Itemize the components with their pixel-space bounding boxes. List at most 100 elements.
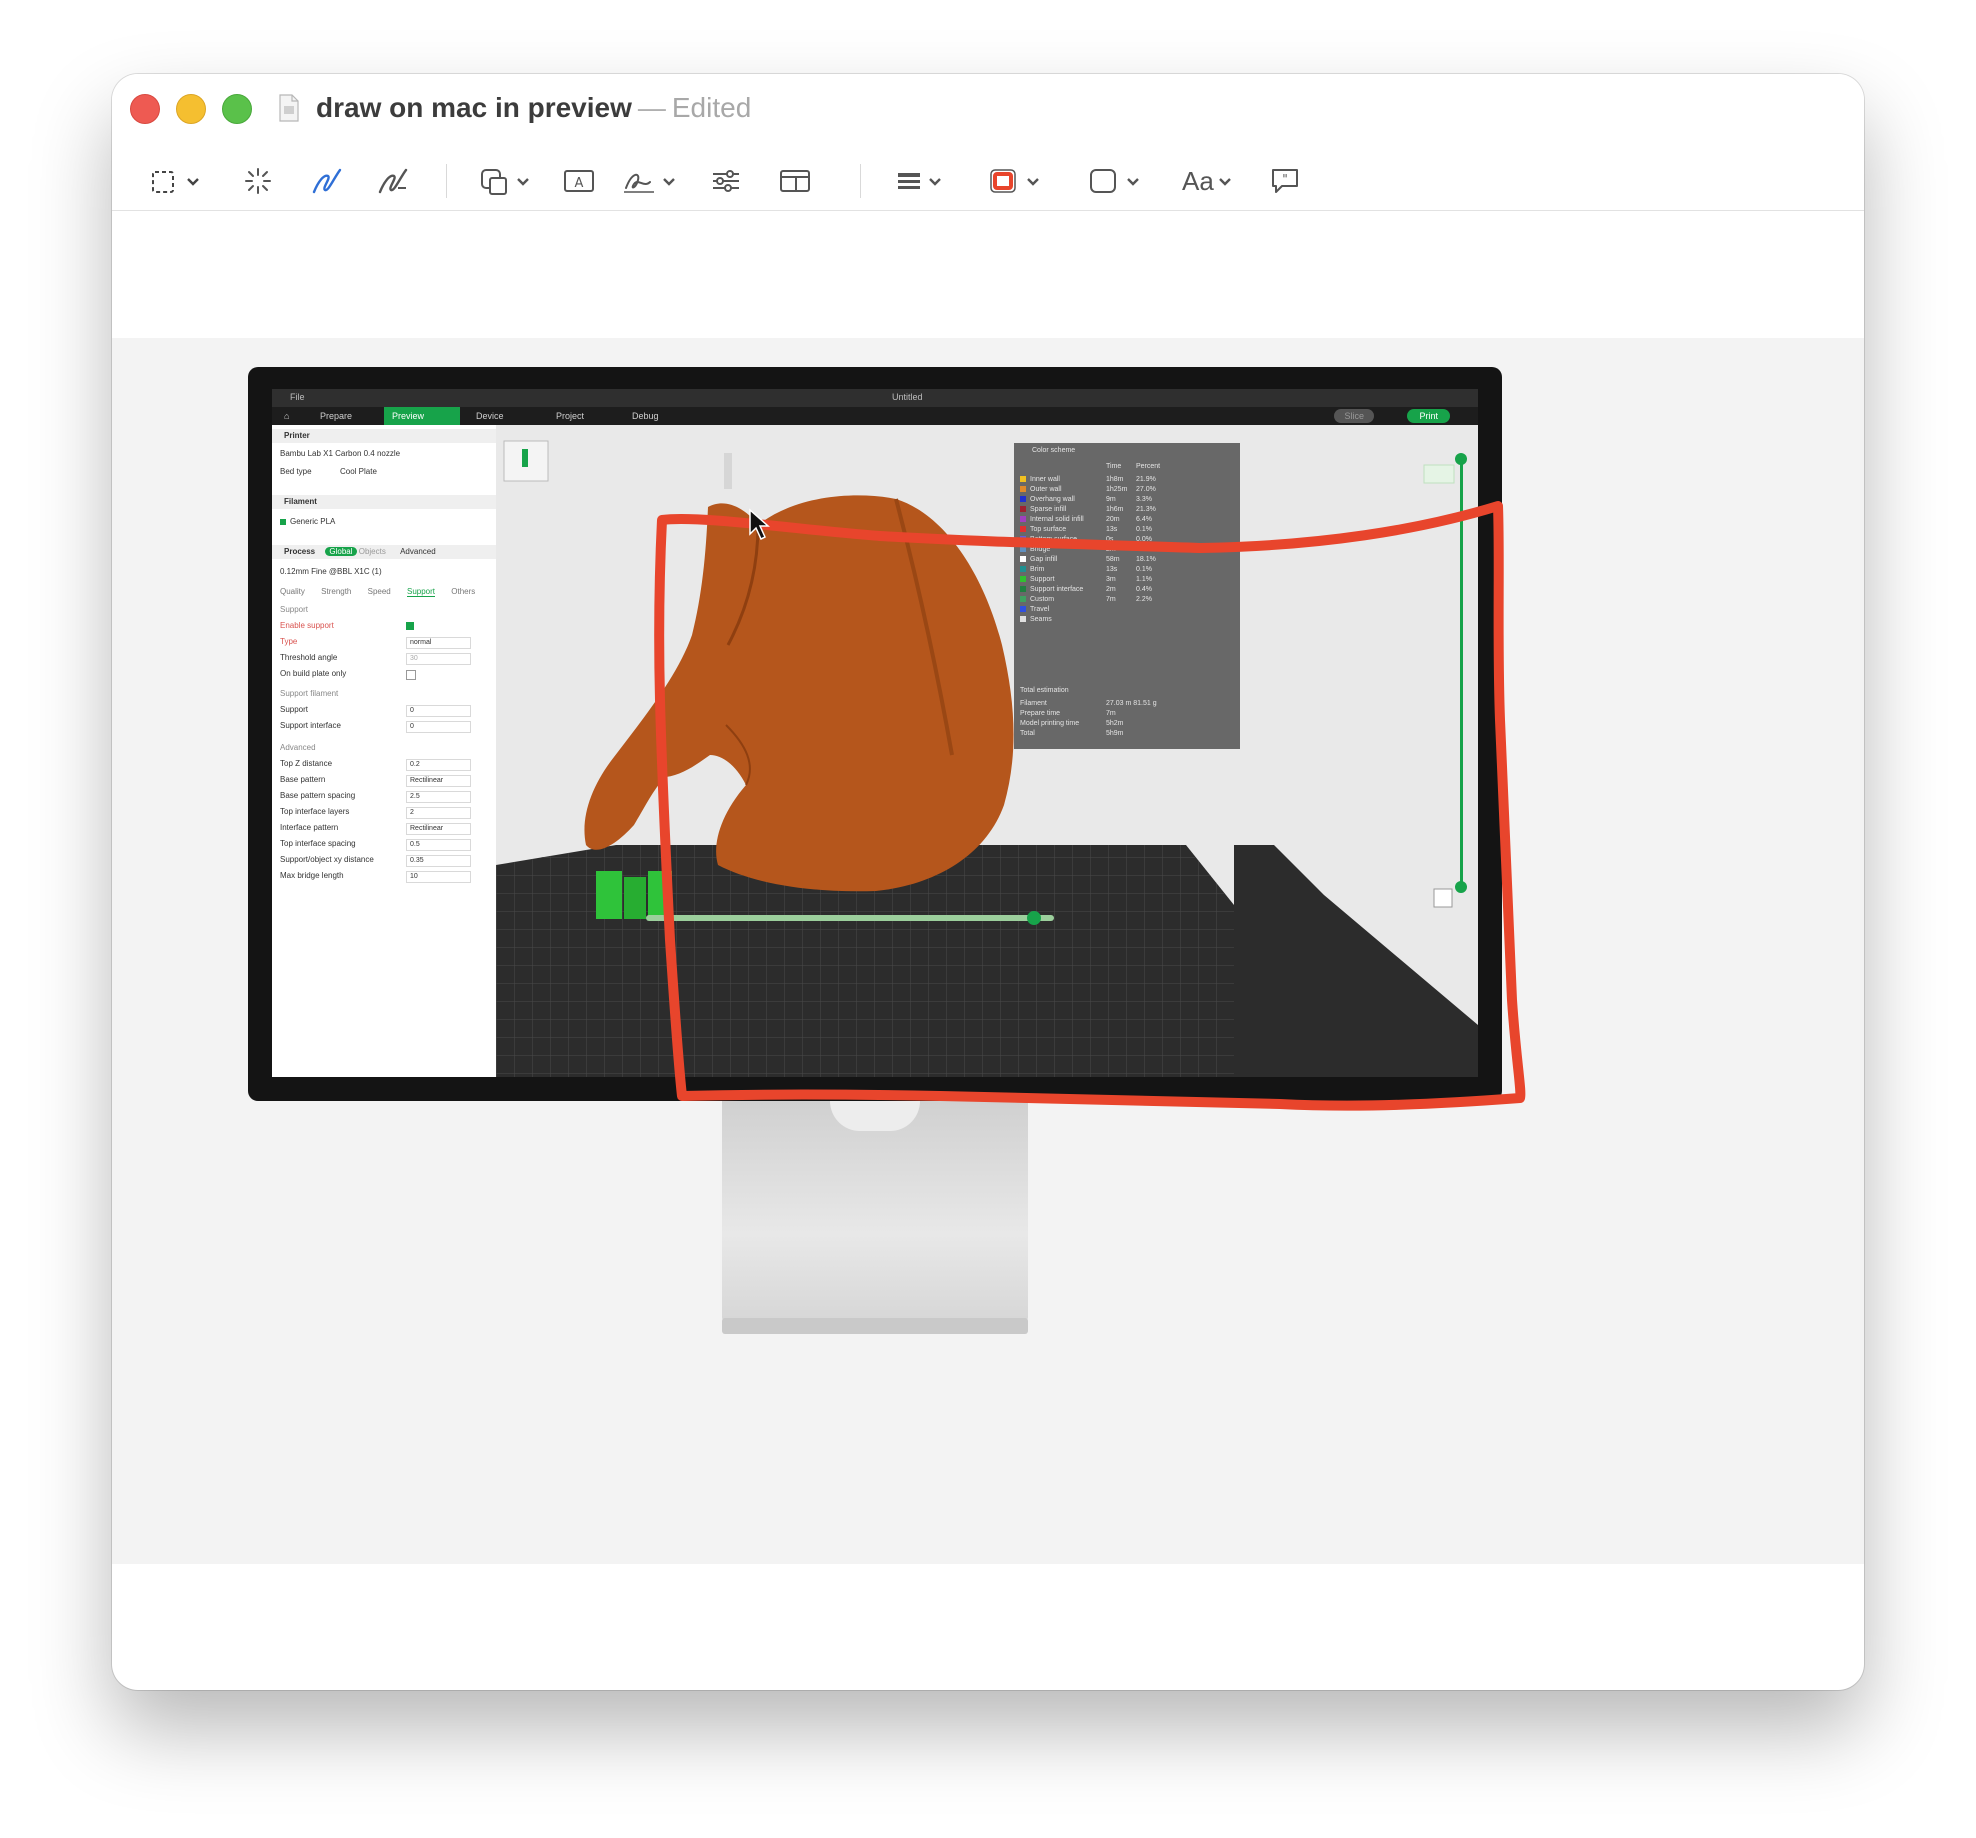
- legend-color-swatch: [1020, 476, 1026, 483]
- border-color-button[interactable]: [988, 152, 1050, 210]
- minimize-button[interactable]: [176, 94, 206, 124]
- layer-slider-thumb[interactable]: [1027, 911, 1041, 925]
- slice-button[interactable]: Slice: [1334, 409, 1374, 423]
- slicer-tab-bar: ⌂ Prepare Preview Device Project Debug S…: [272, 407, 1478, 425]
- document-icon[interactable]: [278, 94, 300, 122]
- draw-button[interactable]: [376, 152, 410, 210]
- tab-device[interactable]: Device: [468, 407, 512, 425]
- setting-value[interactable]: 0.5: [406, 839, 471, 851]
- legend-row[interactable]: Custom 7m 2.2%: [1020, 595, 1234, 605]
- border-color-icon: [990, 169, 1039, 193]
- setting-value[interactable]: 2: [406, 807, 471, 819]
- zoom-button[interactable]: [222, 94, 252, 124]
- legend-row[interactable]: Outer wall 1h25m 27.0%: [1020, 485, 1234, 495]
- legend-row[interactable]: Bridge 2m 0.5%: [1020, 545, 1234, 555]
- process-preset-select[interactable]: 0.12mm Fine @BBL X1C (1): [280, 565, 488, 579]
- selection-tool-button[interactable]: [150, 152, 206, 210]
- legend-row[interactable]: Support interface 2m 0.4%: [1020, 585, 1234, 595]
- fill-color-button[interactable]: [1088, 152, 1150, 210]
- shapes-button[interactable]: [478, 152, 534, 210]
- adjust-size-button[interactable]: [778, 152, 812, 210]
- enable-support-checkbox[interactable]: [406, 622, 414, 630]
- filament-color-swatch[interactable]: [280, 518, 286, 525]
- slicer-file-menu[interactable]: File: [290, 392, 305, 402]
- legend-row[interactable]: Top surface 13s 0.1%: [1020, 525, 1234, 535]
- legend-row[interactable]: Seams: [1020, 615, 1234, 625]
- process-global-toggle[interactable]: Global: [325, 547, 357, 556]
- shape-style-button[interactable]: [894, 152, 950, 210]
- view-toggle-icon[interactable]: [1433, 888, 1453, 908]
- layer-slider-horizontal[interactable]: [646, 915, 1054, 921]
- text-style-button[interactable]: Aa: [1182, 152, 1238, 210]
- setting-value[interactable]: normal: [406, 637, 471, 649]
- build-plate-only-checkbox[interactable]: [406, 670, 416, 680]
- layer-slider-top-thumb[interactable]: [1455, 453, 1467, 465]
- legend-percent: 0.0%: [1136, 536, 1152, 543]
- setting-label: Threshold angle: [280, 653, 338, 662]
- bed-type-row: Bed type Cool Plate: [280, 465, 488, 479]
- process-objects-toggle[interactable]: Objects: [359, 547, 386, 556]
- edited-status[interactable]: Edited: [672, 92, 751, 123]
- setting-value[interactable]: 10: [406, 871, 471, 883]
- tab-debug[interactable]: Debug: [624, 407, 667, 425]
- legend-color-swatch: [1020, 606, 1026, 613]
- legend-feature-name: Inner wall: [1030, 476, 1060, 483]
- legend-row[interactable]: Gap infill 58m 18.1%: [1020, 555, 1234, 565]
- home-icon[interactable]: ⌂: [276, 407, 297, 425]
- close-button[interactable]: [130, 94, 160, 124]
- total-value: 27.03 m 81.51 g: [1106, 700, 1157, 707]
- setting-value[interactable]: 0.35: [406, 855, 471, 867]
- legend-row[interactable]: Inner wall 1h8m 21.9%: [1020, 475, 1234, 485]
- subtab-others[interactable]: Others: [451, 587, 475, 596]
- setting-value[interactable]: Rectilinear: [406, 775, 471, 787]
- setting-value[interactable]: 0.2: [406, 759, 471, 771]
- legend-row[interactable]: Brim 13s 0.1%: [1020, 565, 1234, 575]
- subtab-speed[interactable]: Speed: [368, 587, 391, 596]
- subtab-strength[interactable]: Strength: [321, 587, 351, 596]
- bed-type-select[interactable]: Cool Plate: [340, 465, 377, 479]
- sketch-button[interactable]: [310, 152, 344, 210]
- setting-value[interactable]: 0: [406, 721, 471, 733]
- print-button[interactable]: Print: [1407, 409, 1450, 423]
- fill-color-icon: [1090, 169, 1139, 193]
- filament-select[interactable]: Generic PLA: [280, 515, 488, 529]
- legend-row[interactable]: Sparse infill 1h6m 21.3%: [1020, 505, 1234, 515]
- filament-header: Filament: [272, 495, 496, 509]
- total-label: Total: [1020, 730, 1035, 737]
- legend-percent: 0.5%: [1136, 546, 1152, 553]
- setting-value[interactable]: 30: [406, 653, 471, 665]
- printer-select[interactable]: Bambu Lab X1 Carbon 0.4 nozzle: [280, 447, 488, 461]
- process-header: Process Global Objects Advanced: [272, 545, 496, 559]
- legend-feature-name: Custom: [1030, 596, 1055, 603]
- color-scheme-legend: Color scheme Time Percent Inner wall 1h8m…: [1014, 443, 1240, 749]
- adjust-color-button[interactable]: [710, 152, 742, 210]
- layer-slider-bottom-thumb[interactable]: [1455, 881, 1467, 893]
- subtab-support[interactable]: Support: [407, 587, 436, 597]
- sketch-icon: [312, 168, 342, 194]
- setting-label: Support/object xy distance: [280, 855, 374, 864]
- legend-row[interactable]: Overhang wall 9m 3.3%: [1020, 495, 1234, 505]
- tab-prepare[interactable]: Prepare: [312, 407, 360, 425]
- slicer-title-bar: File Untitled: [272, 389, 1478, 407]
- tab-project[interactable]: Project: [548, 407, 592, 425]
- layer-slider-vertical[interactable]: [1460, 455, 1463, 885]
- text-button[interactable]: A: [562, 152, 596, 210]
- legend-row[interactable]: Internal solid infill 20m 6.4%: [1020, 515, 1234, 525]
- annotate-button[interactable]: ": [1268, 152, 1302, 210]
- legend-row[interactable]: Travel: [1020, 605, 1234, 615]
- legend-row[interactable]: Support 3m 1.1%: [1020, 575, 1234, 585]
- subtab-quality[interactable]: Quality: [280, 587, 305, 596]
- setting-value[interactable]: Rectilinear: [406, 823, 471, 835]
- legend-percent: 2.2%: [1136, 596, 1152, 603]
- tab-preview[interactable]: Preview: [384, 407, 460, 425]
- instant-alpha-button[interactable]: [242, 152, 274, 210]
- setting-label: Max bridge length: [280, 871, 344, 880]
- sign-button[interactable]: [622, 152, 684, 210]
- setting-value[interactable]: 2.5: [406, 791, 471, 803]
- setting-value[interactable]: 0: [406, 705, 471, 717]
- legend-row[interactable]: Bottom surface 0s 0.0%: [1020, 535, 1234, 545]
- legend-header[interactable]: Color scheme: [1032, 447, 1075, 454]
- setting-row: Top interface layers 2: [280, 805, 488, 819]
- legend-feature-name: Top surface: [1030, 526, 1067, 533]
- legend-color-swatch: [1020, 496, 1026, 503]
